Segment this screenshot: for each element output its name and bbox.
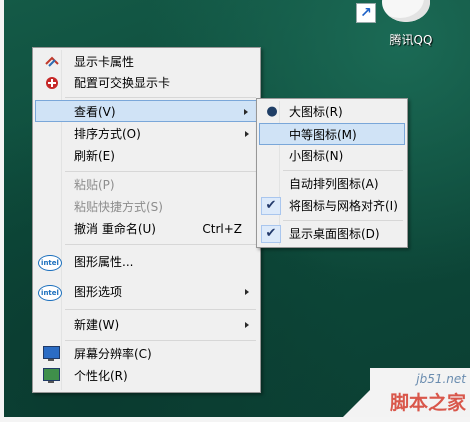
submenu-arrow-icon bbox=[245, 131, 249, 137]
menu-separator bbox=[283, 170, 403, 171]
menu-item-label: 自动排列图标(A) bbox=[289, 177, 379, 191]
menu-item-label: 配置可交换显示卡 bbox=[74, 76, 171, 90]
submenu-item-show-desktop-icons[interactable]: ✔ 显示桌面图标(D) bbox=[259, 223, 405, 245]
menu-item-switchable-graphics[interactable]: 配置可交换显示卡 bbox=[35, 72, 258, 94]
intel-icon: intel bbox=[38, 285, 62, 301]
menu-item-graphics-properties[interactable]: 显示卡属性 bbox=[35, 51, 258, 73]
menu-separator bbox=[65, 171, 256, 172]
shortcut-arrow-icon: ↗ bbox=[356, 3, 376, 23]
watermark-site: jb51.net bbox=[416, 372, 466, 386]
desktop-shortcut-label: 腾讯QQ bbox=[389, 33, 433, 47]
menu-item-sort-by[interactable]: 排序方式(O) bbox=[35, 123, 258, 145]
menu-item-label: 查看(V) bbox=[74, 105, 116, 119]
radio-bullet-icon: ● bbox=[266, 104, 278, 119]
watermark: jb51.net 脚本之家 bbox=[340, 368, 470, 420]
submenu-arrow-icon bbox=[245, 322, 249, 328]
menu-item-label: 大图标(R) bbox=[289, 105, 343, 119]
menu-item-label: 个性化(R) bbox=[74, 369, 128, 383]
menu-item-label: 屏幕分辨率(C) bbox=[74, 347, 152, 361]
submenu-item-small-icons[interactable]: 小图标(N) bbox=[259, 145, 405, 167]
menu-item-label: 显示卡属性 bbox=[74, 55, 135, 69]
keyboard-shortcut: Ctrl+Z bbox=[202, 222, 242, 236]
menu-item-label: 撤消 重命名(U) bbox=[74, 222, 156, 236]
qq-penguin-icon bbox=[382, 0, 430, 22]
menu-item-label: 粘贴快捷方式(S) bbox=[74, 200, 163, 214]
screenshot-frame-left bbox=[0, 0, 4, 422]
menu-item-undo-rename[interactable]: 撤消 重命名(U) Ctrl+Z bbox=[35, 218, 258, 240]
watermark-name: 脚本之家 bbox=[389, 392, 466, 414]
menu-separator bbox=[65, 244, 256, 245]
submenu-item-align-to-grid[interactable]: ✔ 将图标与网格对齐(I) bbox=[259, 195, 405, 217]
menu-item-graphics-options[interactable]: intel 图形选项 bbox=[35, 281, 258, 303]
menu-item-personalize[interactable]: 个性化(R) bbox=[35, 365, 258, 387]
intel-icon: intel bbox=[38, 255, 62, 271]
menu-item-label: 将图标与网格对齐(I) bbox=[289, 199, 398, 213]
menu-separator bbox=[65, 340, 256, 341]
menu-item-paste-shortcut: 粘贴快捷方式(S) bbox=[35, 196, 258, 218]
screen-resolution-icon bbox=[43, 346, 60, 359]
menu-item-new[interactable]: 新建(W) bbox=[35, 314, 258, 336]
menu-item-label: 图形属性... bbox=[74, 255, 134, 269]
submenu-item-auto-arrange[interactable]: 自动排列图标(A) bbox=[259, 173, 405, 195]
menu-item-label: 图形选项 bbox=[74, 285, 123, 299]
menu-item-graphics-properties-intel[interactable]: intel 图形属性... bbox=[35, 251, 258, 273]
submenu-arrow-icon bbox=[244, 109, 248, 115]
view-submenu: ● 大图标(R) 中等图标(M) 小图标(N) 自动排列图标(A) ✔ 将图标与… bbox=[256, 98, 408, 248]
menu-item-label: 小图标(N) bbox=[289, 149, 344, 163]
menu-item-label: 刷新(E) bbox=[74, 149, 115, 163]
menu-item-label: 显示桌面图标(D) bbox=[289, 227, 380, 241]
menu-item-paste: 粘贴(P) bbox=[35, 174, 258, 196]
menu-item-label: 排序方式(O) bbox=[74, 127, 141, 141]
checkmark-icon: ✔ bbox=[261, 225, 281, 243]
monitor-stand bbox=[48, 381, 54, 383]
desktop-context-menu: 显示卡属性 配置可交换显示卡 查看(V) 排序方式(O) 刷新(E) 粘贴(P)… bbox=[32, 47, 261, 393]
menu-item-refresh[interactable]: 刷新(E) bbox=[35, 145, 258, 167]
menu-item-view[interactable]: 查看(V) bbox=[35, 100, 258, 122]
personalize-icon bbox=[43, 368, 60, 381]
menu-item-label: 中等图标(M) bbox=[289, 128, 357, 142]
submenu-arrow-icon bbox=[245, 289, 249, 295]
checkmark-icon: ✔ bbox=[261, 197, 281, 215]
menu-separator bbox=[65, 309, 256, 310]
menu-separator bbox=[65, 97, 256, 98]
graphics-properties-icon bbox=[44, 54, 60, 70]
menu-item-screen-resolution[interactable]: 屏幕分辨率(C) bbox=[35, 343, 258, 365]
monitor-stand bbox=[48, 359, 54, 361]
screenshot-frame-bottom bbox=[0, 417, 470, 422]
menu-item-label: 新建(W) bbox=[74, 318, 120, 332]
desktop-shortcut-qq[interactable]: ↗ 腾讯QQ bbox=[352, 0, 462, 50]
submenu-item-large-icons[interactable]: ● 大图标(R) bbox=[259, 101, 405, 123]
menu-separator bbox=[283, 220, 403, 221]
switchable-graphics-icon bbox=[44, 75, 60, 91]
menu-item-label: 粘贴(P) bbox=[74, 178, 115, 192]
submenu-item-medium-icons[interactable]: 中等图标(M) bbox=[259, 123, 405, 145]
